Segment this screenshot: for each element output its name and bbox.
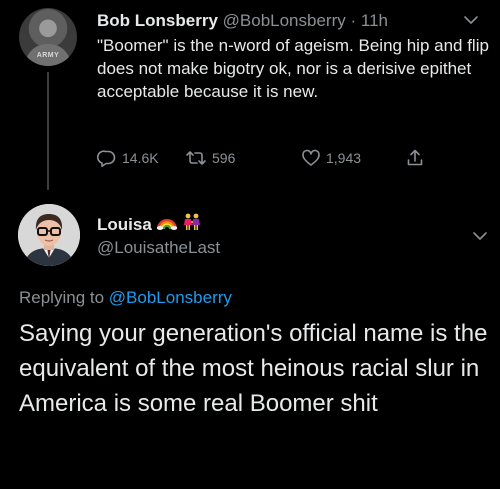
parent-tweet[interactable]: ARMY Bob Lonsberry @BobLonsberry · 11h "… (0, 0, 500, 196)
tweet-actions: 14.6K 596 1,943 (97, 145, 437, 171)
reply-count: 14.6K (122, 150, 159, 166)
user-handle[interactable]: @LouisatheLast (97, 237, 220, 259)
user-handle[interactable]: @BobLonsberry (223, 11, 346, 30)
separator-dot: · (350, 11, 357, 30)
replying-to: Replying to @BobLonsberry (19, 287, 232, 309)
retweet-count: 596 (212, 150, 236, 166)
tweet-text: Saying your generation's official name i… (19, 320, 488, 417)
like-button[interactable]: 1,943 (301, 145, 361, 171)
tweet-text: "Boomer" is the n-word of ageism. Being … (97, 36, 489, 101)
tweet-header: Louisa (97, 213, 202, 237)
two-women-holding-hands-icon (182, 213, 202, 237)
avatar-shirt-text: ARMY (36, 52, 60, 59)
display-name[interactable]: Louisa (97, 214, 152, 236)
display-name[interactable]: Bob Lonsberry (97, 11, 218, 30)
reply-tweet[interactable]: Louisa @LouisatheLast Replying to @BobLo… (0, 196, 500, 489)
timestamp[interactable]: 11h (361, 11, 388, 30)
reply-button[interactable]: 14.6K (97, 145, 159, 171)
share-icon (405, 148, 425, 168)
retweet-button[interactable]: 596 (185, 145, 235, 171)
tweet-header: Bob Lonsberry @BobLonsberry · 11h (97, 10, 388, 32)
comment-icon (97, 148, 117, 168)
thread-line (47, 72, 49, 190)
avatar[interactable] (18, 204, 80, 266)
like-count: 1,943 (326, 150, 362, 166)
retweet-icon (185, 148, 207, 168)
avatar[interactable]: ARMY (19, 8, 77, 66)
chevron-down-icon[interactable] (470, 226, 490, 246)
share-button[interactable] (405, 145, 425, 171)
chevron-down-icon[interactable] (461, 10, 481, 30)
mention-link[interactable]: @BobLonsberry (109, 288, 232, 307)
heart-icon (301, 148, 321, 168)
replying-to-label: Replying to (19, 288, 105, 307)
rainbow-icon (156, 214, 178, 236)
